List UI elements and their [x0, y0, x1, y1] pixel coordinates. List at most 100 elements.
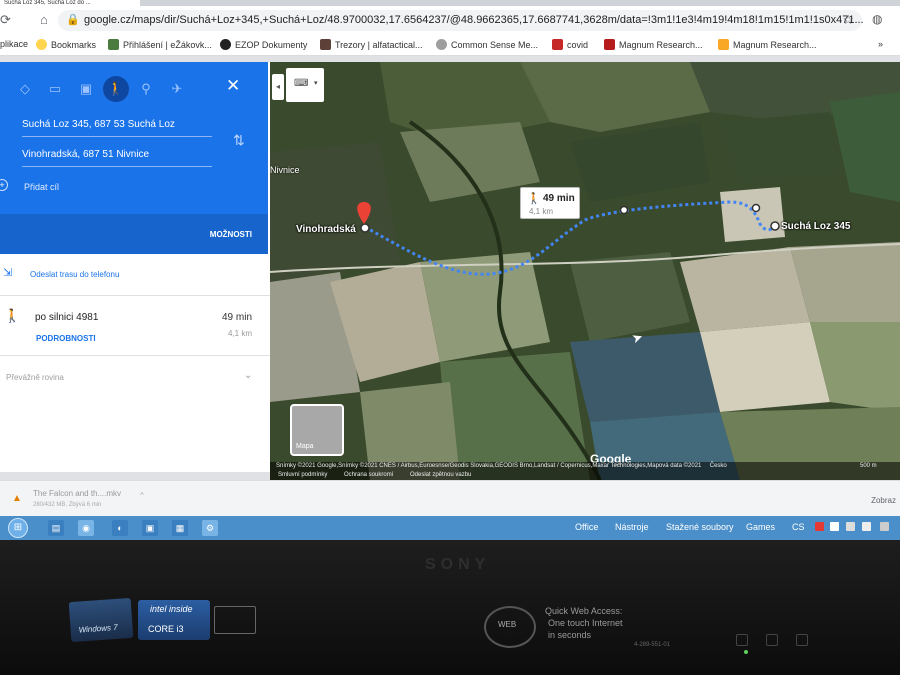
chevron-down-icon[interactable]: ⌄ [244, 370, 252, 381]
callout-distance: 4,1 km [529, 207, 554, 216]
flight-icon[interactable]: ✈ [164, 76, 190, 102]
brand-logo: SONY [425, 556, 491, 573]
web-button-label: WEB [498, 620, 517, 629]
home-icon[interactable]: ⌂ [40, 12, 48, 27]
add-icon[interactable]: + [0, 179, 8, 191]
destination-input[interactable]: Vinohradská, 687 51 Nivnice [22, 145, 212, 167]
laptop-bezel: SONY Windows 7 intel inside CORE i3 WEB … [0, 540, 900, 675]
quick-web-access-text: One touch Internet [548, 618, 623, 628]
terrain-row[interactable]: Převážně rovina ⌄ [0, 368, 272, 388]
toolbar-tools[interactable]: Nástroje [615, 522, 649, 532]
show-all-downloads[interactable]: Zobraz [871, 496, 896, 505]
waypoint-marker[interactable] [751, 203, 761, 213]
field-parcel [570, 332, 720, 422]
star-icon [36, 39, 47, 50]
bookmark-item[interactable]: Magnum Research... [604, 39, 703, 50]
keyboard-icon[interactable]: ⌨ [294, 78, 308, 89]
serial-number: 4-289-551-01 [634, 642, 671, 648]
route-time: 49 min [222, 312, 253, 323]
map-imagery [270, 62, 900, 480]
bookmark-favicon [220, 39, 231, 50]
downloads-bar: ▲ The Falcon and th....mkv 280/432 MB, Z… [0, 480, 900, 516]
toolbar-games[interactable]: Games [746, 522, 775, 532]
tray-icon[interactable] [815, 522, 824, 531]
options-button[interactable]: MOŽNOSTI [210, 230, 252, 239]
phone-icon: ⇲ [3, 267, 13, 279]
intel-sticker: intel inside CORE i3 [138, 600, 210, 640]
map-keyboard-control[interactable]: ⌨ ▾ [286, 68, 324, 102]
video-file-icon[interactable]: ▲ [12, 493, 22, 504]
bookmark-item[interactable]: Trezory | alfatactical... [320, 39, 423, 50]
settings-icon[interactable]: ⚙ [202, 520, 218, 536]
url-text[interactable]: google.cz/maps/dir/Suchá+Loz+345,+Suchá+… [84, 14, 864, 26]
car-icon[interactable]: ▭ [42, 76, 68, 102]
browser-toolbar: ⟳ ⌂ 🔒 google.cz/maps/dir/Suchá+Loz+345,+… [0, 6, 900, 34]
bookmark-item[interactable]: Přihlášení | eŽákovk... [108, 39, 212, 50]
terms-link[interactable]: Smluvní podmínky [278, 472, 327, 478]
bookmark-item[interactable]: plikace [0, 39, 28, 49]
star-icon[interactable]: ☆ [842, 12, 854, 28]
collapse-panel-button[interactable]: ◂ [272, 74, 284, 100]
bookmark-item[interactable]: covid [552, 39, 588, 50]
map-label-nivnice: Nivnice [270, 165, 300, 175]
village-nivnice [270, 142, 400, 282]
map-scale[interactable]: 500 m [860, 463, 877, 469]
add-destination[interactable]: Přidat cíl [24, 182, 59, 192]
language-indicator[interactable]: CS [792, 522, 805, 532]
field-parcel [440, 352, 590, 480]
app-icon[interactable]: ▦ [172, 520, 188, 536]
walk-icon[interactable]: 🚶 [103, 76, 129, 102]
bookmark-item[interactable]: Common Sense Me... [436, 39, 538, 50]
bookmark-item[interactable]: Magnum Research... [718, 39, 817, 50]
map-label-vinohradska: Vinohradská [296, 224, 356, 235]
close-icon[interactable]: ✕ [226, 76, 240, 96]
bookmark-item[interactable]: EZOP Dokumenty [220, 39, 307, 50]
bookmark-favicon [552, 39, 563, 50]
directions-header: ◇ ▭ ▣ 🚶 ⚲ ✈ ✕ Suchá Loz 345, 687 53 Such… [0, 62, 268, 254]
lock-icon[interactable]: 🔒 [66, 13, 80, 26]
toolbar-office[interactable]: Office [575, 522, 598, 532]
details-link[interactable]: PODROBNOSTI [36, 334, 96, 343]
reload-icon[interactable]: ⟳ [0, 12, 11, 28]
walk-icon: 🚶 [4, 308, 21, 323]
start-button[interactable]: ⊞ [8, 518, 28, 538]
network-icon[interactable] [880, 522, 889, 531]
route-option[interactable]: 🚶 po silnici 4981 49 min 4,1 km PODROBNO… [0, 296, 272, 356]
tray-icon[interactable] [830, 522, 839, 531]
walk-icon: 🚶 [527, 193, 541, 205]
field-parcel [720, 112, 840, 182]
route-time-callout[interactable]: 🚶 49 min 4,1 km [520, 187, 580, 219]
send-to-phone-row[interactable]: ⇲ Odeslat trasu do telefonu [0, 254, 272, 296]
origin-marker[interactable] [360, 223, 370, 233]
toolbar-downloads[interactable]: Stažené soubory [666, 522, 734, 532]
address-bar[interactable]: 🔒 google.cz/maps/dir/Suchá+Loz+345,+Such… [58, 10, 864, 31]
field-parcel [420, 252, 550, 362]
chevron-down-icon[interactable]: ▾ [314, 79, 318, 87]
feedback-link[interactable]: Odeslat zpětnou vazbu [410, 472, 471, 478]
extension-icon[interactable]: ◍ [872, 12, 882, 26]
bookmark-favicon [718, 39, 729, 50]
web-button[interactable]: WEB [484, 606, 536, 648]
chrome-icon[interactable]: ◉ [78, 520, 94, 536]
destination-marker[interactable] [770, 221, 780, 231]
satellite-map[interactable]: ◂ ⌨ ▾ 🚶 49 min 4,1 km Nivnice Vinohradsk… [270, 62, 900, 480]
explorer-icon[interactable]: ▤ [48, 520, 64, 536]
bookmarks-overflow[interactable]: » [878, 39, 883, 49]
best-icon[interactable]: ◇ [12, 76, 38, 102]
bookmark-item[interactable]: Bookmarks [36, 39, 96, 50]
origin-input[interactable]: Suchá Loz 345, 687 53 Suchá Loz [22, 115, 212, 137]
media-player-icon[interactable]: ◐ [112, 520, 128, 536]
send-to-phone-link[interactable]: Odeslat trasu do telefonu [30, 270, 119, 279]
waypoint-marker[interactable] [619, 205, 629, 215]
privacy-link[interactable]: Ochrana soukromí [344, 472, 393, 478]
bike-icon[interactable]: ⚲ [133, 76, 159, 102]
app-icon[interactable]: ▣ [142, 520, 158, 536]
tray-icon[interactable] [846, 522, 855, 531]
chevron-up-icon[interactable]: ^ [140, 491, 144, 500]
transit-icon[interactable]: ▣ [73, 76, 99, 102]
volume-icon[interactable] [862, 522, 871, 531]
map-layer-toggle[interactable]: Mapa [290, 404, 344, 456]
bookmark-favicon [108, 39, 119, 50]
download-filename[interactable]: The Falcon and th....mkv [33, 489, 121, 498]
swap-icon[interactable]: ⇅ [233, 132, 245, 149]
